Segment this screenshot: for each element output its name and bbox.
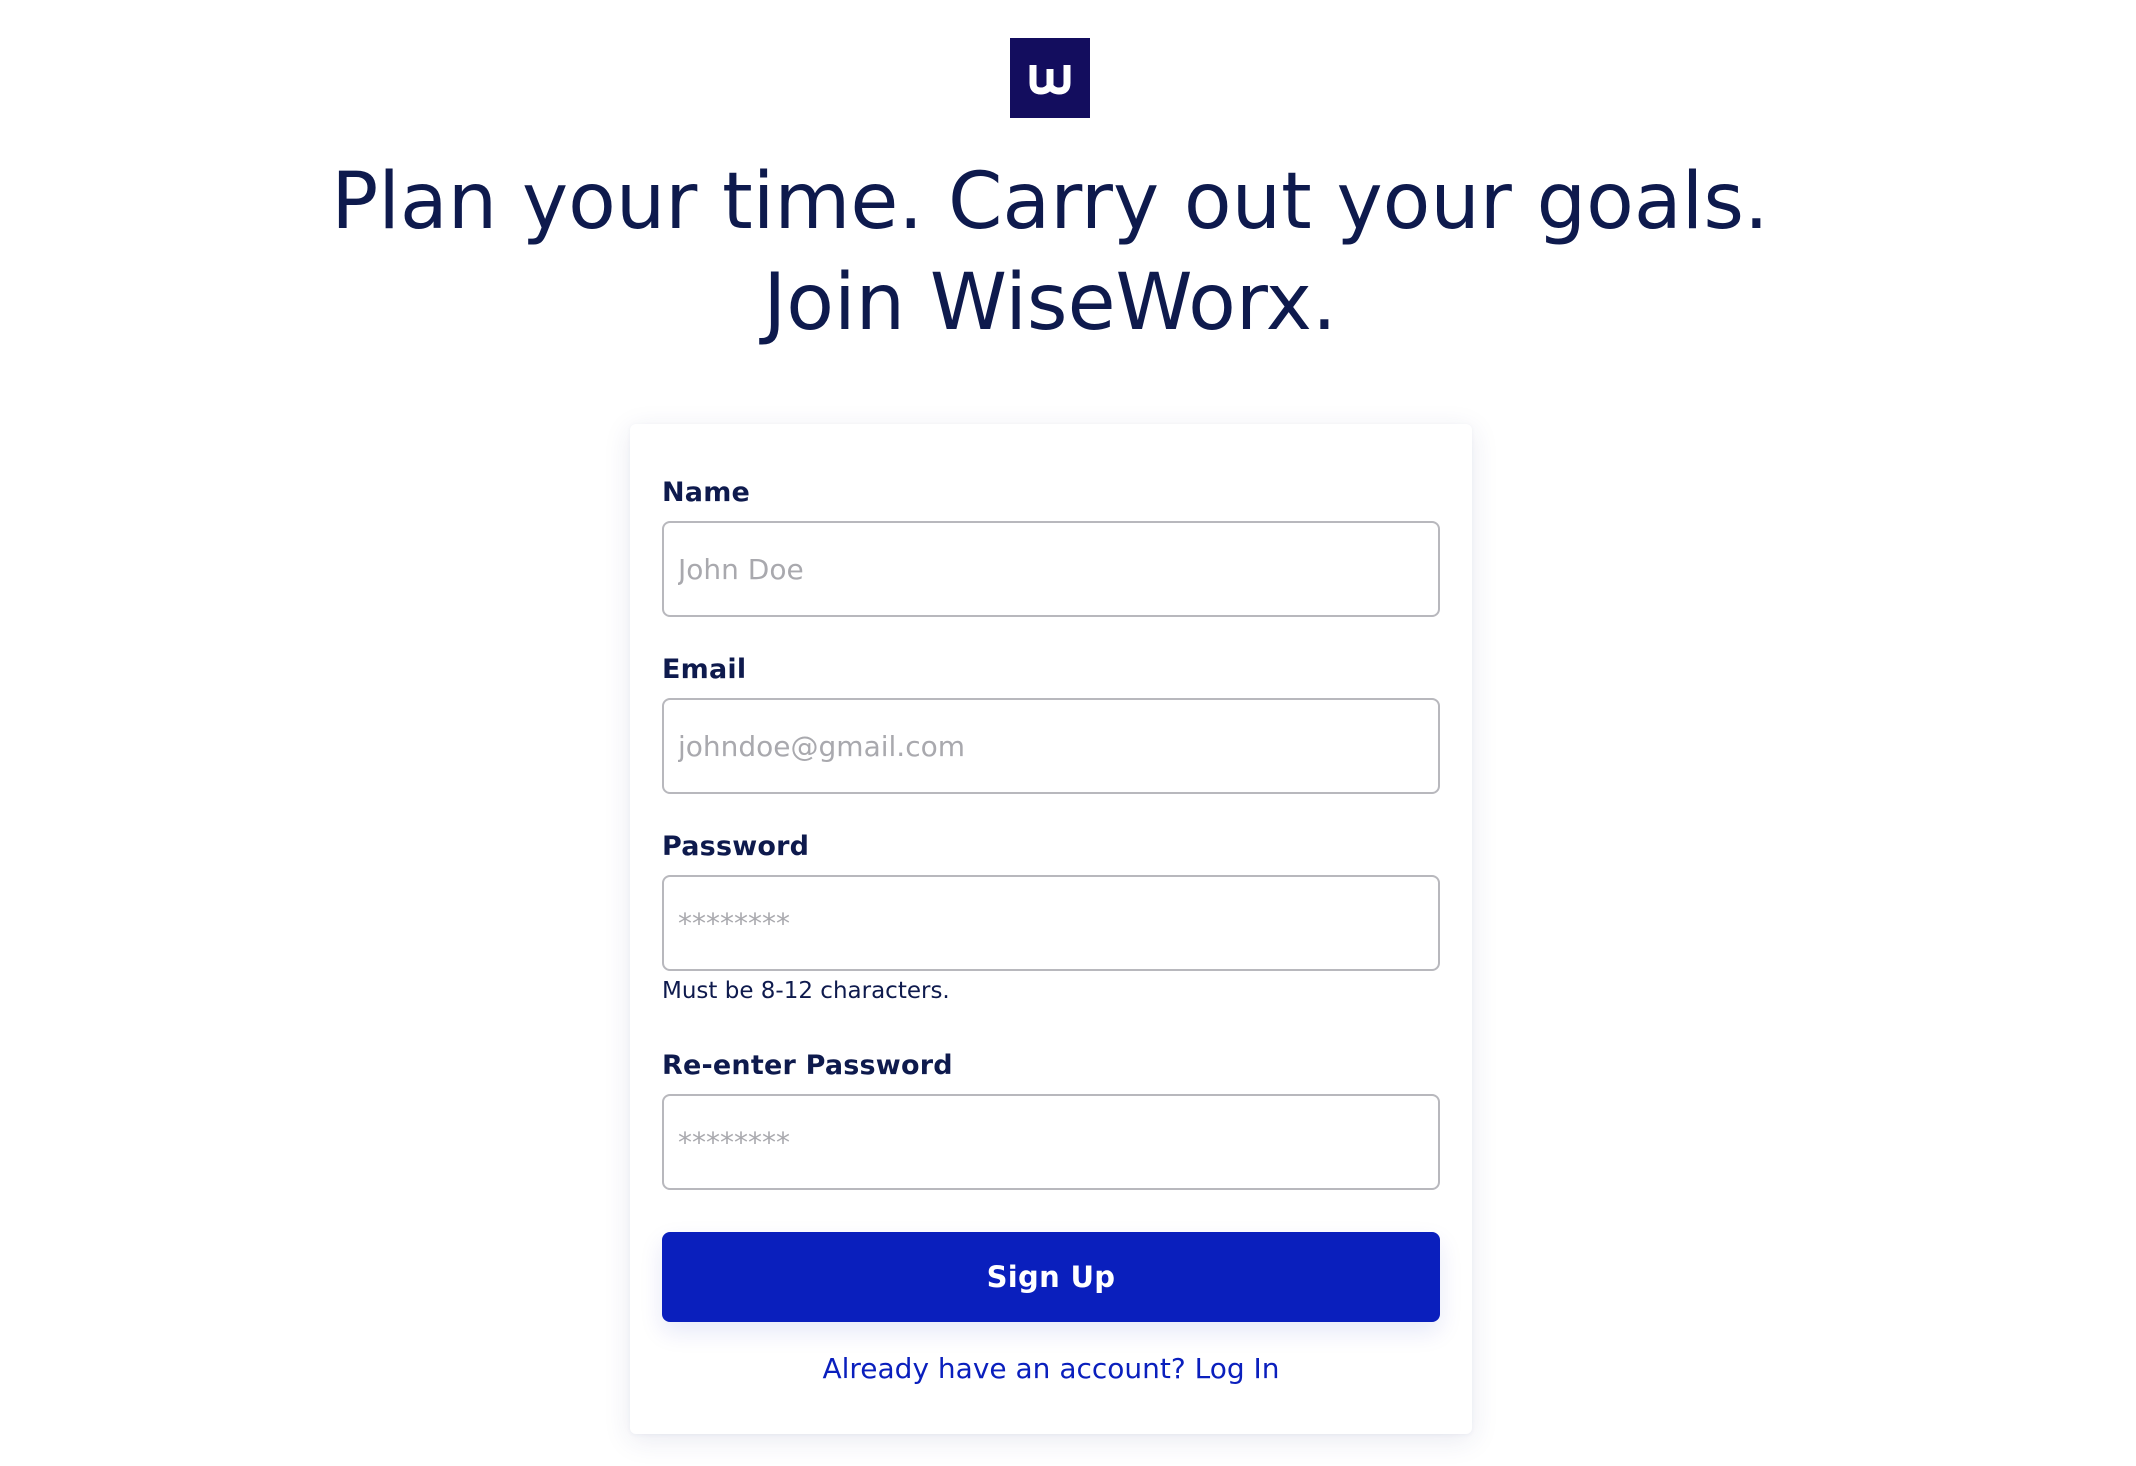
confirm-password-input[interactable]	[662, 1094, 1440, 1190]
wiseworx-logo-icon	[1029, 65, 1071, 95]
headline-line-2: Join WiseWorx.	[763, 258, 1337, 348]
password-input[interactable]	[662, 875, 1440, 971]
wiseworx-logo[interactable]	[1010, 38, 1090, 118]
signup-page: Plan your time. Carry out your goals. Jo…	[0, 0, 2136, 1466]
page-headline: Plan your time. Carry out your goals. Jo…	[0, 152, 2100, 354]
login-prompt: Already have an account? Log In	[630, 1352, 1472, 1385]
email-label: Email	[662, 654, 747, 685]
email-input[interactable]	[662, 698, 1440, 794]
name-label: Name	[662, 477, 751, 508]
log-in-link[interactable]: Already have an account? Log In	[822, 1352, 1279, 1385]
password-hint: Must be 8-12 characters.	[662, 978, 950, 1004]
name-input[interactable]	[662, 521, 1440, 617]
headline-line-1: Plan your time. Carry out your goals.	[331, 157, 1769, 247]
sign-up-button[interactable]: Sign Up	[662, 1232, 1440, 1322]
signup-form-card: Name Email Password Must be 8-12 charact…	[630, 424, 1472, 1434]
confirm-password-label: Re-enter Password	[662, 1050, 953, 1081]
password-label: Password	[662, 831, 810, 862]
